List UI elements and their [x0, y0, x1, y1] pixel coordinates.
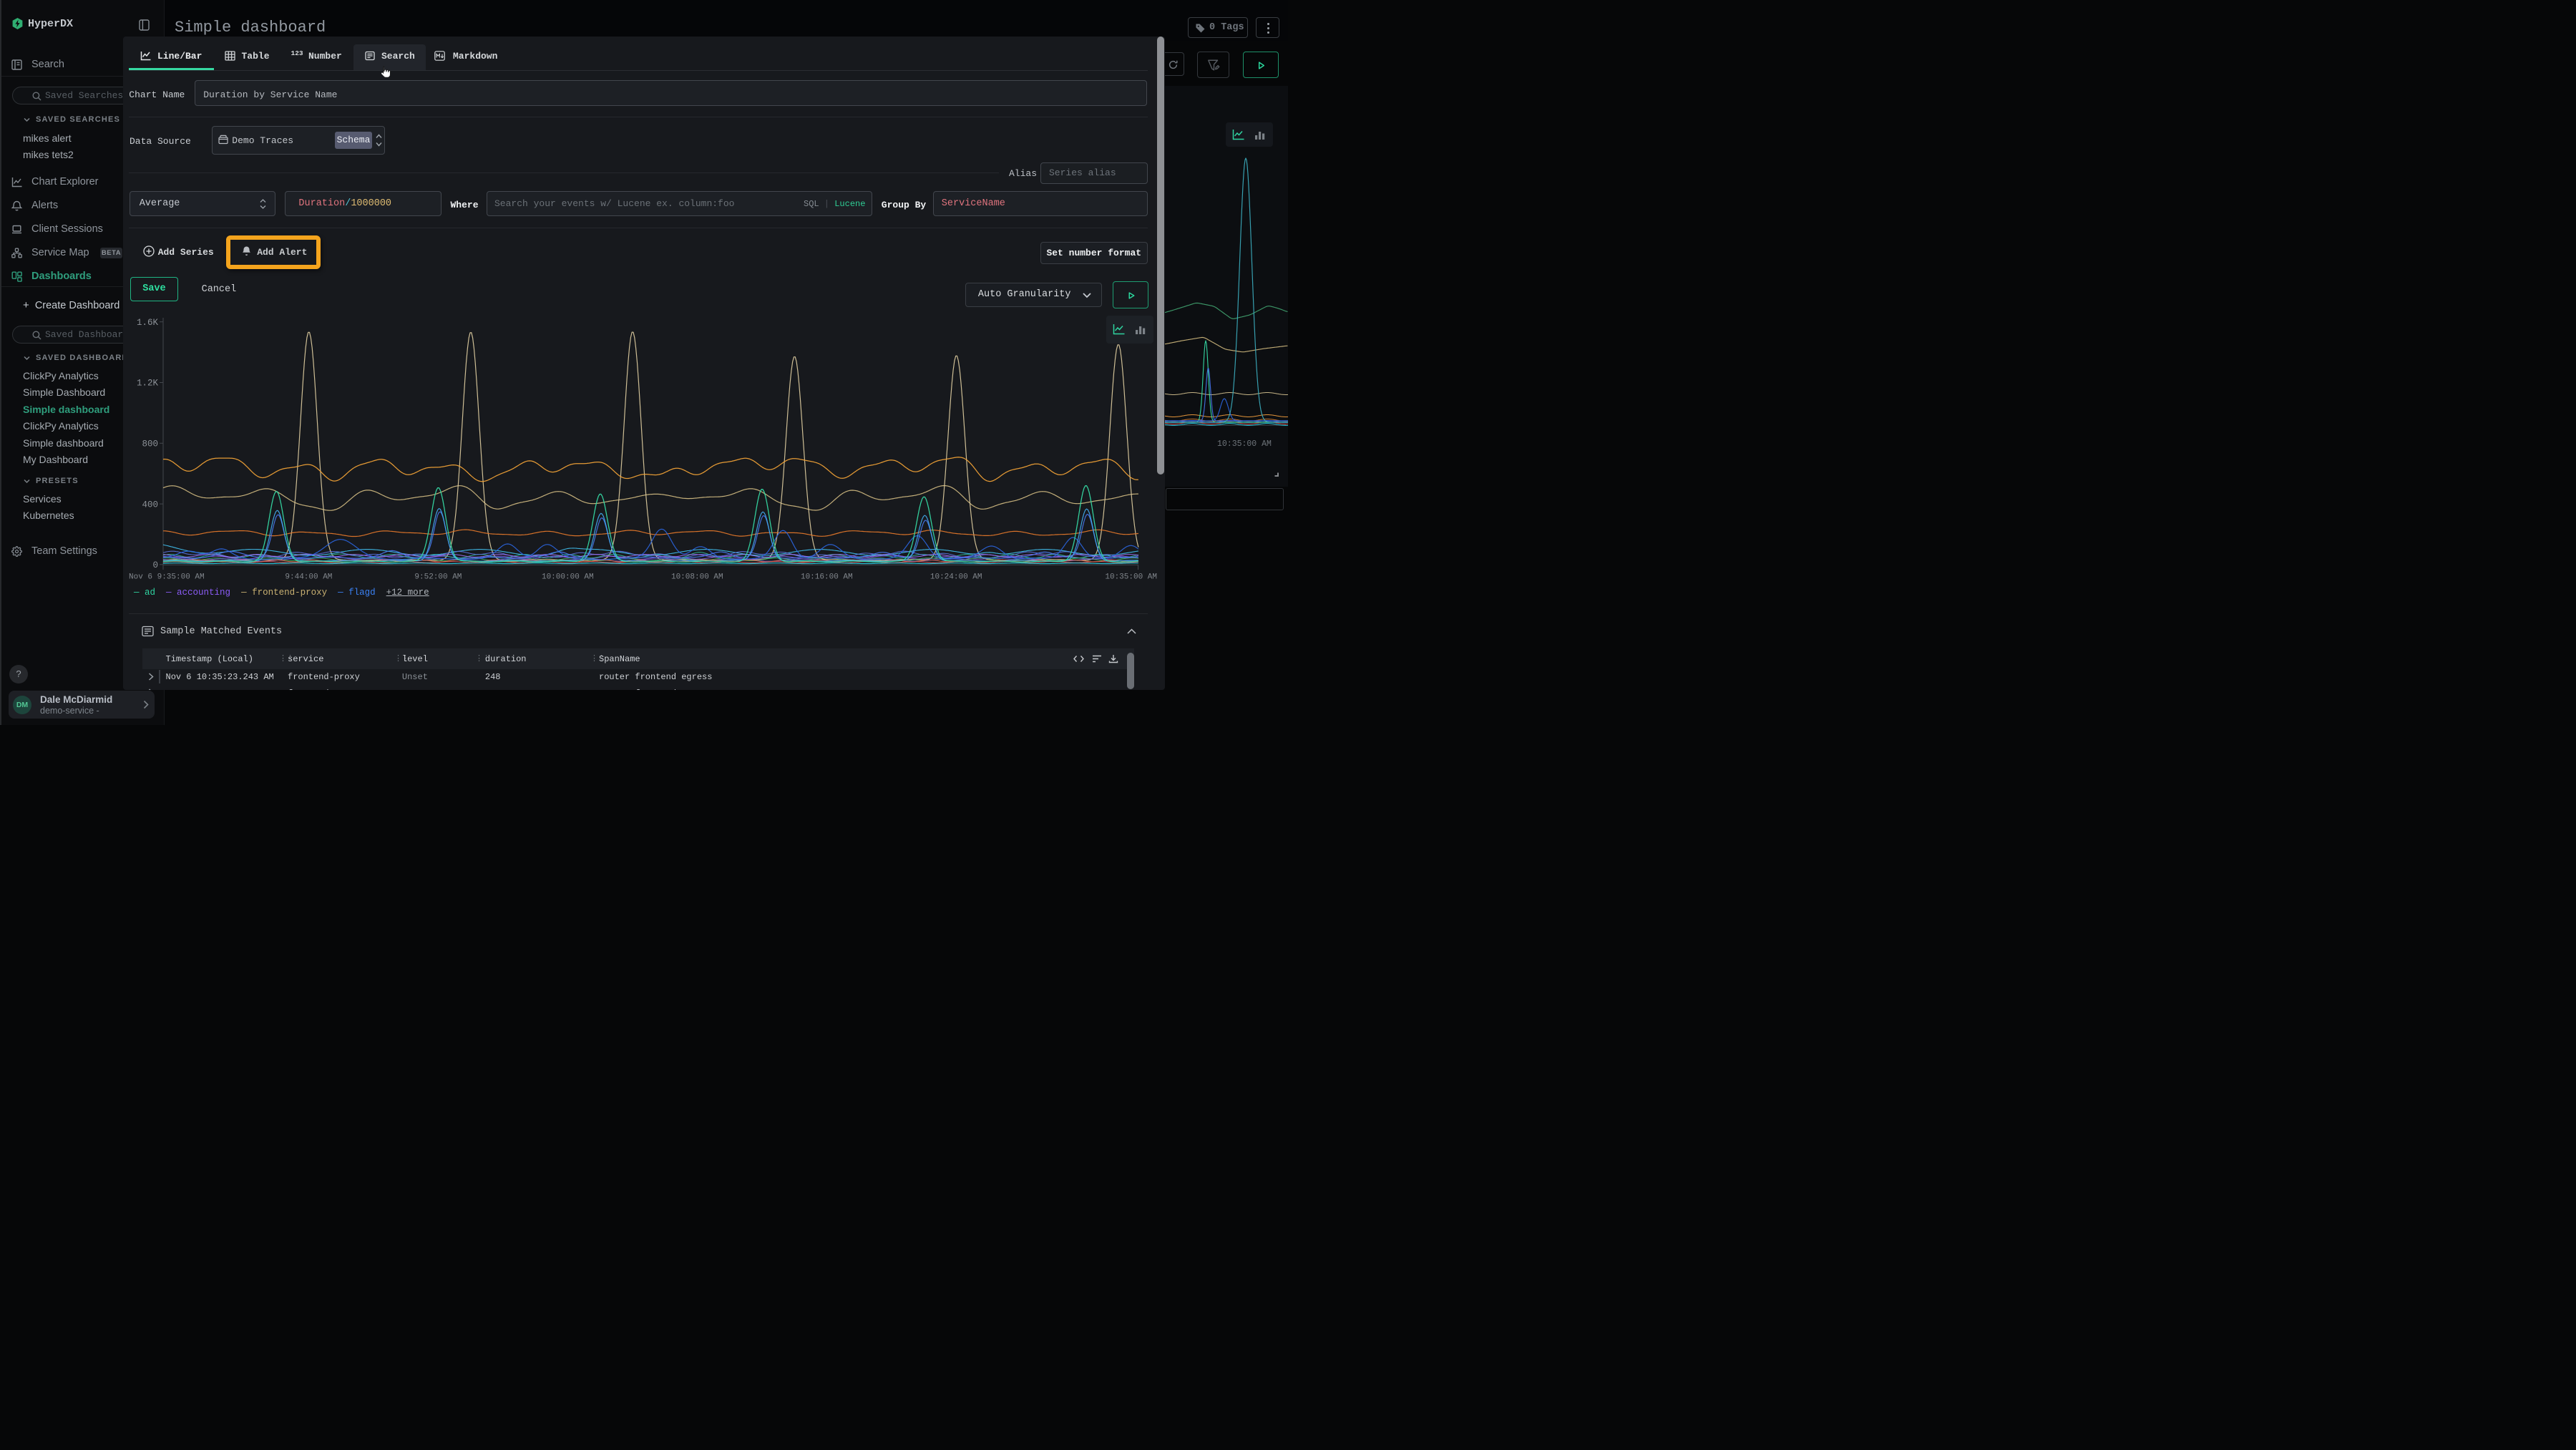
svg-text:1.6K: 1.6K [137, 318, 159, 328]
svg-text:800: 800 [142, 439, 158, 449]
svg-text:9:44:00 AM: 9:44:00 AM [285, 573, 332, 582]
svg-text:10:16:00 AM: 10:16:00 AM [801, 573, 853, 582]
svg-text:10:35:00 AM: 10:35:00 AM [1105, 573, 1157, 582]
svg-text:10:08:00 AM: 10:08:00 AM [671, 573, 723, 582]
svg-text:400: 400 [142, 500, 158, 510]
svg-text:0: 0 [152, 560, 158, 570]
svg-text:Nov 6 9:35:00 AM: Nov 6 9:35:00 AM [129, 573, 205, 582]
svg-text:1.2K: 1.2K [137, 379, 159, 389]
svg-text:9:52:00 AM: 9:52:00 AM [414, 573, 462, 582]
svg-text:10:00:00 AM: 10:00:00 AM [542, 573, 594, 582]
svg-text:10:24:00 AM: 10:24:00 AM [930, 573, 982, 582]
